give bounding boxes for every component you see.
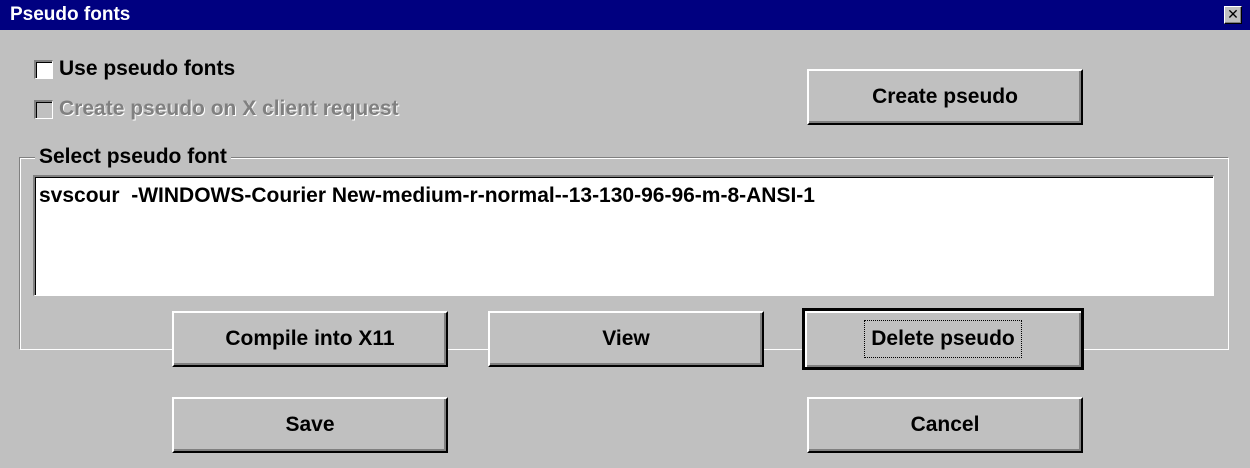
title-bar[interactable]: Pseudo fonts ✕ [0,0,1250,30]
view-label: View [602,327,650,350]
create-pseudo-label: Create pseudo [872,85,1018,108]
use-pseudo-fonts-checkbox[interactable] [34,59,53,79]
list-item[interactable]: svscour -WINDOWS-Courier New-medium-r-no… [39,183,1209,209]
create-pseudo-button[interactable]: Create pseudo [807,69,1083,125]
save-label: Save [285,413,335,436]
view-button[interactable]: View [488,311,764,367]
cancel-button[interactable]: Cancel [807,397,1083,453]
pseudo-fonts-dialog: Pseudo fonts ✕ Use pseudo fonts Create p… [0,0,1250,468]
cancel-label: Cancel [910,413,980,436]
use-pseudo-fonts-option[interactable]: Use pseudo fonts [34,57,235,81]
close-icon: ✕ [1227,6,1239,22]
close-button[interactable]: ✕ [1224,6,1242,24]
create-on-request-option: Create pseudo on X client request [34,97,399,121]
save-button[interactable]: Save [172,397,448,453]
compile-into-x11-label: Compile into X11 [225,327,395,350]
window-title: Pseudo fonts [10,4,131,25]
use-pseudo-fonts-label: Use pseudo fonts [59,57,236,80]
delete-pseudo-label: Delete pseudo [864,320,1022,358]
pseudo-font-listbox[interactable]: svscour -WINDOWS-Courier New-medium-r-no… [33,175,1214,296]
select-pseudo-font-label: Select pseudo font [35,145,231,169]
create-on-request-label: Create pseudo on X client request [59,97,399,120]
delete-pseudo-button[interactable]: Delete pseudo [802,308,1084,370]
compile-into-x11-button[interactable]: Compile into X11 [172,311,448,367]
create-on-request-checkbox [34,99,53,119]
